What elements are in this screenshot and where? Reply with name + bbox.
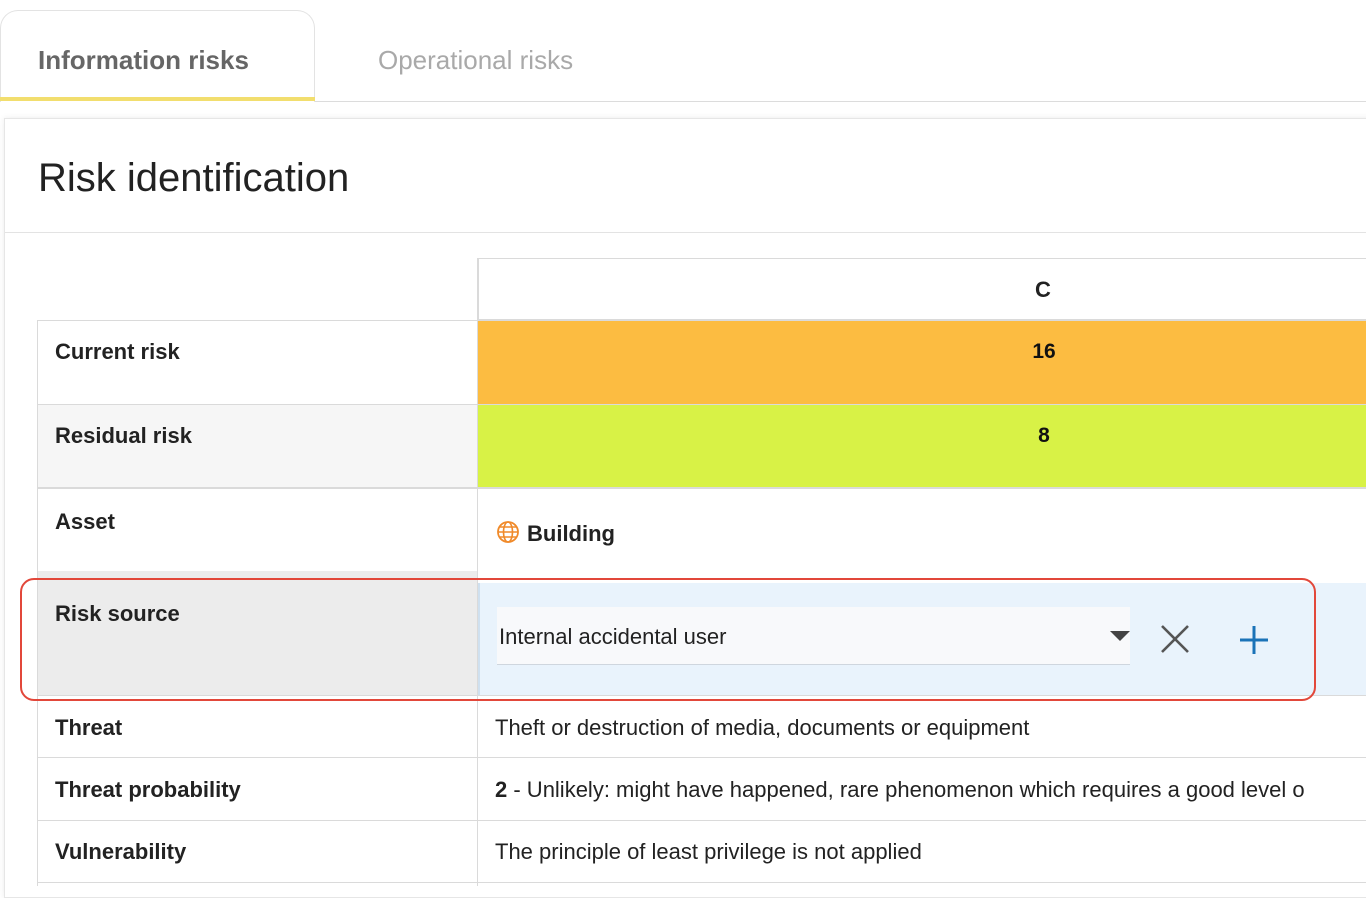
active-tab-indicator xyxy=(0,97,315,101)
residual-risk-label: Residual risk xyxy=(55,423,192,448)
row-divider xyxy=(37,820,1366,821)
current-risk-label: Current risk xyxy=(55,339,180,364)
vulnerability-label: Vulnerability xyxy=(55,839,187,864)
threat-label: Threat xyxy=(55,715,123,740)
row-divider xyxy=(37,695,1366,696)
column-header-cell xyxy=(478,258,1366,320)
asset-label: Asset xyxy=(55,509,115,534)
threat-probability-value: 2 - Unlikely: might have happened, rare … xyxy=(495,777,1305,803)
current-risk-value-cell xyxy=(478,320,1366,404)
plus-icon[interactable] xyxy=(1238,624,1270,656)
tab-operational-risks[interactable]: Operational risks xyxy=(378,45,573,75)
globe-icon xyxy=(496,520,520,544)
close-icon[interactable] xyxy=(1160,624,1190,654)
asset-link[interactable]: Building xyxy=(527,521,615,547)
tab-bar: Information risks Operational risks xyxy=(0,0,1366,102)
row-divider xyxy=(37,487,1366,489)
row-divider xyxy=(37,320,1366,321)
row-divider xyxy=(37,757,1366,758)
panel-header: Risk identification xyxy=(5,119,1366,233)
threat-value: Theft or destruction of media, documents… xyxy=(495,715,1030,740)
threat-probability-description: - Unlikely: might have happened, rare ph… xyxy=(507,777,1305,802)
table-column-divider xyxy=(477,258,478,886)
row-divider xyxy=(37,882,1366,883)
tab-information-risks-label[interactable]: Information risks xyxy=(38,45,249,75)
risk-source-selected-value: Internal accidental user xyxy=(499,624,727,649)
threat-probability-label: Threat probability xyxy=(55,777,241,802)
row-divider xyxy=(37,404,1366,405)
chevron-down-icon[interactable] xyxy=(1110,631,1130,641)
vulnerability-value: The principle of least privilege is not … xyxy=(495,839,922,864)
risk-source-select[interactable]: Internal accidental user xyxy=(497,607,1130,665)
residual-risk-value-cell xyxy=(478,404,1366,488)
risk-source-label: Risk source xyxy=(55,601,180,626)
residual-risk-value: 8 xyxy=(1038,424,1050,447)
current-risk-value: 16 xyxy=(1032,340,1056,363)
threat-probability-score: 2 xyxy=(495,777,508,802)
column-header-label: C xyxy=(1035,277,1051,302)
page-title: Risk identification xyxy=(38,156,350,200)
risk-source-label-cell xyxy=(38,571,478,695)
